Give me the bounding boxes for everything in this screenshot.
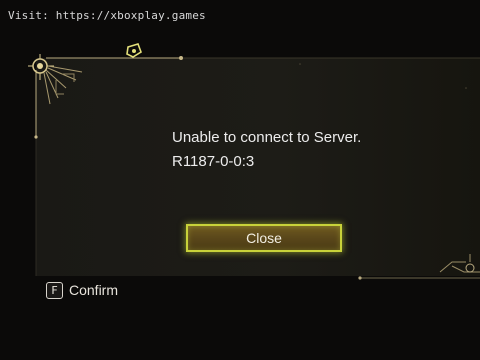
error-message: Unable to connect to Server. R1187-0-0:3 <box>172 126 361 174</box>
confirm-prompt[interactable]: F Confirm <box>46 280 118 300</box>
top-badge-icon <box>126 43 142 58</box>
watermark-text: Visit: https://xboxplay.games <box>8 9 206 22</box>
error-code: R1187-0-0:3 <box>172 153 255 170</box>
error-message-text: Unable to connect to Server. <box>172 129 362 146</box>
confirm-label: Confirm <box>69 282 119 298</box>
key-f-icon: F <box>46 281 63 299</box>
close-button[interactable]: Close <box>186 224 342 252</box>
